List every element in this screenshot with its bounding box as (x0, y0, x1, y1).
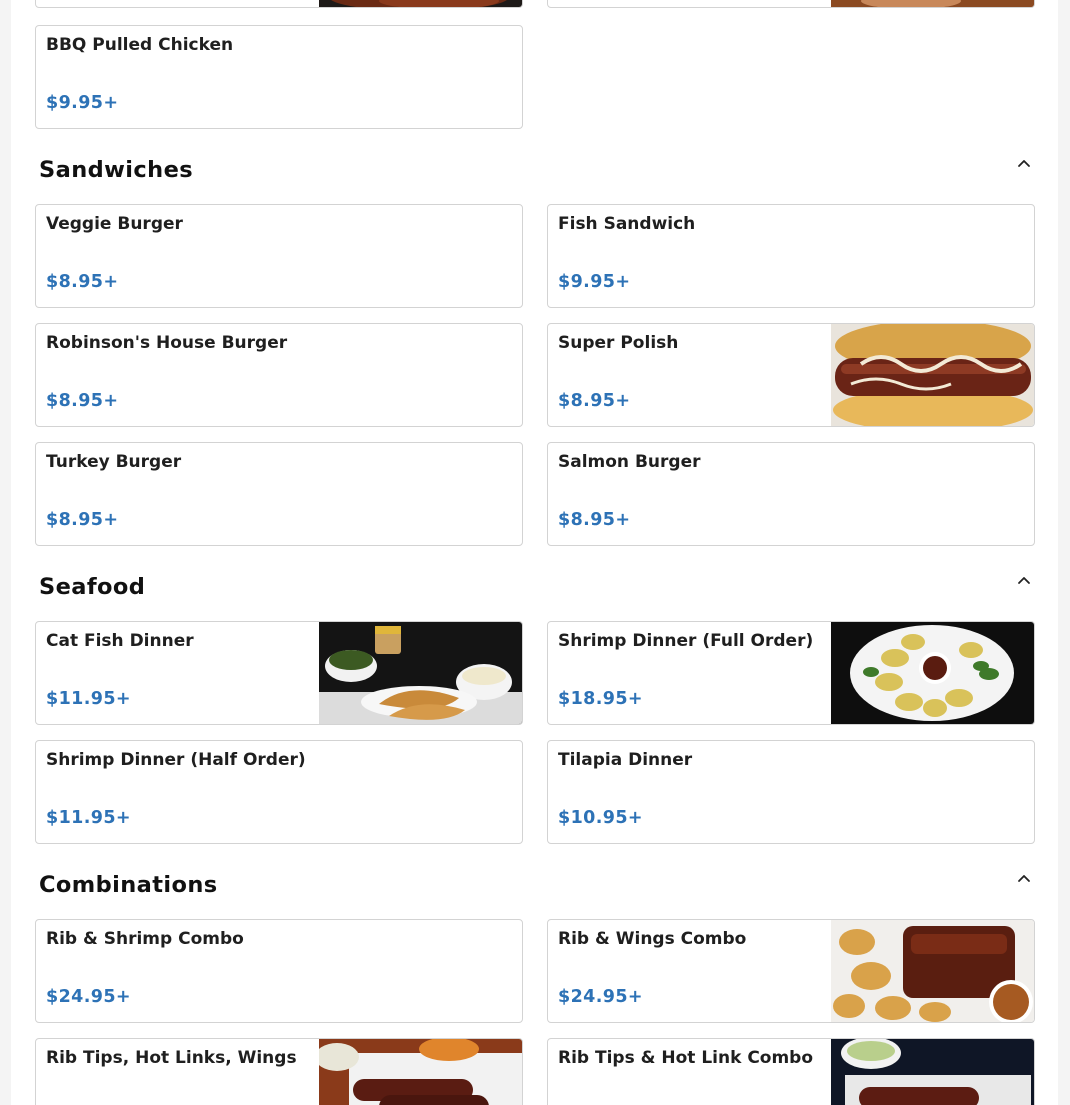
menu-item-card[interactable]: Rib Tips, Hot Links, Wings (35, 1038, 523, 1105)
item-name: BBQ Pulled Chicken (46, 35, 234, 55)
item-name: Robinson's House Burger (46, 333, 288, 353)
menu-item-card[interactable]: BBQ Pulled Chicken $9.95+ (35, 25, 523, 129)
chevron-up-icon[interactable] (1015, 571, 1033, 589)
item-price: $8.95+ (46, 272, 119, 292)
shrimp-platter-photo (831, 622, 1034, 724)
menu-item-card[interactable]: Cat Fish Dinner $11.95+ (35, 621, 523, 725)
item-name: Veggie Burger (46, 214, 183, 234)
item-price: $11.95+ (46, 808, 131, 828)
menu-item-card[interactable]: Rib & Shrimp Combo $24.95+ (35, 919, 523, 1023)
polish-sausage-photo (831, 324, 1034, 426)
chevron-up-icon[interactable] (1015, 869, 1033, 887)
item-price: $8.95+ (46, 510, 119, 530)
item-price: $8.95+ (46, 391, 119, 411)
item-name: Shrimp Dinner (Full Order) (558, 631, 814, 651)
menu-item-card[interactable]: Tilapia Dinner $10.95+ (547, 740, 1035, 844)
menu-item-card[interactable]: Rib Tips & Hot Link Combo (547, 1038, 1035, 1105)
rib-tips-hot-link-photo (831, 1039, 1034, 1105)
ribs-photo (319, 0, 522, 7)
item-name: Rib Tips & Hot Link Combo (558, 1048, 814, 1068)
menu-item-card-partial[interactable] (35, 0, 523, 8)
section-title-seafood: Seafood (39, 574, 146, 600)
item-name: Tilapia Dinner (558, 750, 693, 770)
item-price: $9.95+ (46, 93, 119, 113)
item-name: Salmon Burger (558, 452, 701, 472)
item-name: Shrimp Dinner (Half Order) (46, 750, 306, 770)
item-name: Super Polish (558, 333, 679, 353)
catfish-dinner-photo (319, 622, 522, 724)
menu-item-card[interactable]: Super Polish $8.95+ (547, 323, 1035, 427)
section-title-sandwiches: Sandwiches (39, 157, 194, 183)
item-price: $8.95+ (558, 391, 631, 411)
menu-item-card[interactable]: Fish Sandwich $9.95+ (547, 204, 1035, 308)
item-price: $10.95+ (558, 808, 643, 828)
item-name: Rib Tips, Hot Links, Wings (46, 1048, 297, 1068)
menu-item-card[interactable]: Salmon Burger $8.95+ (547, 442, 1035, 546)
menu-item-card-partial[interactable] (547, 0, 1035, 8)
item-name: Cat Fish Dinner (46, 631, 194, 651)
item-price: $11.95+ (46, 689, 131, 709)
menu-item-card[interactable]: Robinson's House Burger $8.95+ (35, 323, 523, 427)
menu-item-card[interactable]: Turkey Burger $8.95+ (35, 442, 523, 546)
menu-item-card[interactable]: Veggie Burger $8.95+ (35, 204, 523, 308)
item-price: $24.95+ (46, 987, 131, 1007)
meat-photo (831, 0, 1034, 7)
item-price: $9.95+ (558, 272, 631, 292)
item-price: $24.95+ (558, 987, 643, 1007)
item-name: Rib & Shrimp Combo (46, 929, 244, 949)
rib-tips-links-wings-photo (319, 1039, 522, 1105)
item-price: $18.95+ (558, 689, 643, 709)
chevron-up-icon[interactable] (1015, 154, 1033, 172)
item-name: Turkey Burger (46, 452, 182, 472)
item-name: Fish Sandwich (558, 214, 696, 234)
menu-page: BBQ Pulled Chicken $9.95+ Sandwiches Veg… (11, 0, 1058, 1105)
section-title-combinations: Combinations (39, 872, 218, 898)
menu-item-card[interactable]: Shrimp Dinner (Half Order) $11.95+ (35, 740, 523, 844)
rib-wings-photo (831, 920, 1034, 1022)
item-name: Rib & Wings Combo (558, 929, 747, 949)
menu-item-card[interactable]: Shrimp Dinner (Full Order) $18.95+ (547, 621, 1035, 725)
item-price: $8.95+ (558, 510, 631, 530)
menu-item-card[interactable]: Rib & Wings Combo $24.95+ (547, 919, 1035, 1023)
